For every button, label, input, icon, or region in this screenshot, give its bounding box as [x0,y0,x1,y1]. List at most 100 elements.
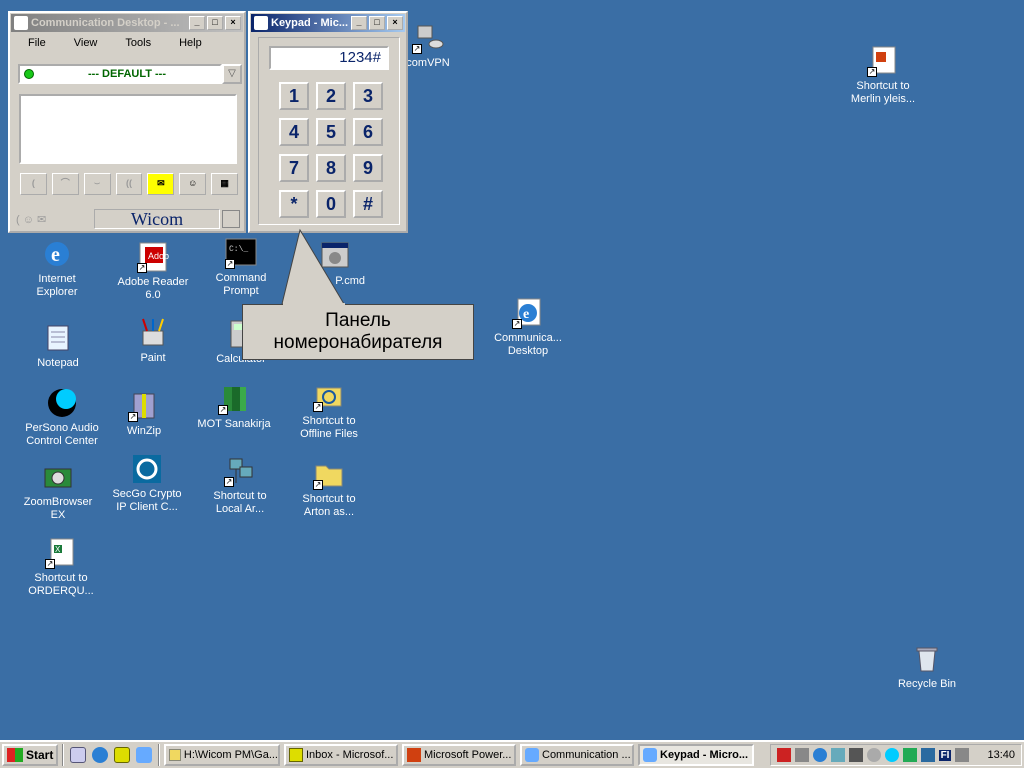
taskbar-item-powerpoint[interactable]: Microsoft Power... [402,744,516,766]
notepad-icon [42,322,74,354]
desktop-icon-label: Paint [140,352,166,364]
tray-funnel-icon[interactable] [920,748,935,762]
start-button[interactable]: Start [2,744,58,766]
communication-desktop-window[interactable]: Communication Desktop - ... _ □ × File V… [8,11,246,233]
callout-box: Панель номеронабирателя [242,304,474,360]
taskbar-item-keypad[interactable]: Keypad - Micro... [638,744,754,766]
smiley-icon[interactable]: ☺ [179,173,207,195]
desktop-icon-command-prompt[interactable]: C:\_ ↗ Command Prompt [201,237,281,298]
profile-selector[interactable]: --- DEFAULT --- ▽ [18,64,242,84]
folder-icon: ↗ [313,458,345,490]
desktop-icon-communication-desktop[interactable]: e ↗ Communica... Desktop [488,297,568,358]
menu-tools[interactable]: Tools [111,37,165,49]
key-0[interactable]: 0 [316,190,346,218]
key-4[interactable]: 4 [279,118,309,146]
app-icon [254,16,268,30]
taskbar-item-explorer[interactable]: H:\Wicom PM\Ga... [164,744,280,766]
desktop-icon-winzip[interactable]: ↗ WinZip [104,390,184,438]
powerpoint-icon [407,748,421,762]
internet-explorer-quicklaunch-icon[interactable] [92,747,108,763]
keypad-window[interactable]: Keypad - Mic... _ □ × 1234# 1 2 3 4 5 6 … [248,11,408,233]
title-bar[interactable]: Communication Desktop - ... _ □ × [11,14,243,32]
maximize-button[interactable]: □ [369,16,385,30]
task-label: Microsoft Power... [424,749,512,761]
close-button[interactable]: × [225,16,241,30]
monitor-tray-icon[interactable] [848,748,863,762]
key-hash[interactable]: # [353,190,383,218]
minimize-button[interactable]: _ [189,16,205,30]
menu-view[interactable]: View [60,37,112,49]
paint-icon [137,317,169,349]
desktop-icon-label: MOT Sanakirja [197,418,271,430]
outlook-quicklaunch-icon[interactable] [114,747,130,763]
keypad-icon [643,748,657,762]
desktop-icon-internet-explorer[interactable]: e Internet Explorer [17,238,97,299]
menu-file[interactable]: File [14,37,60,49]
hangup-icon[interactable]: ⌣ [83,173,111,195]
keypad-panel: 1234# 1 2 3 4 5 6 7 8 9 * 0 # [258,37,400,225]
callout-pointer-cover [283,303,345,305]
tray-security-icon[interactable] [776,748,791,762]
desktop-icon-mot-sanakirja[interactable]: ↗ MOT Sanakirja [194,383,274,431]
desktop-icon-local-area[interactable]: ↗ Shortcut to Local Ar... [200,455,280,516]
number-display[interactable]: 1234# [269,46,389,70]
answer-icon[interactable]: ⌒ [51,173,79,195]
desktop-icon-persono-audio[interactable]: PerSono Audio Control Center [22,387,102,448]
desktop-icon-recycle-bin[interactable]: Recycle Bin [887,643,967,691]
tray-gear-icon[interactable] [866,748,881,762]
key-5[interactable]: 5 [316,118,346,146]
taskbar-item-communication[interactable]: Communication ... [520,744,634,766]
dropdown-arrow-icon[interactable]: ▽ [222,64,242,84]
quicklaunch-divider [62,744,64,766]
desktop-icon-orderqu[interactable]: X ↗ Shortcut to ORDERQU... [21,537,101,598]
svg-text:e: e [51,244,60,266]
svg-text:Adobe: Adobe [148,251,169,261]
taskbar-item-inbox[interactable]: Inbox - Microsof... [284,744,398,766]
key-8[interactable]: 8 [316,154,346,182]
desktop-icon-arton[interactable]: ↗ Shortcut to Arton as... [289,458,369,519]
key-6[interactable]: 6 [353,118,383,146]
desktop-icon-paint[interactable]: Paint [113,317,193,365]
call-list-panel[interactable] [19,94,237,164]
windows-logo-icon [7,748,23,762]
system-tray: FI 13:40 [769,744,1022,766]
key-star[interactable]: * [279,190,309,218]
show-desktop-icon[interactable] [70,747,86,763]
chat-icons: ( ☺ ✉ [16,213,47,226]
transfer-icon[interactable]: (( [115,173,143,195]
key-3[interactable]: 3 [353,82,383,110]
key-9[interactable]: 9 [353,154,383,182]
status-bar: ( ☺ ✉ Wicom [16,208,240,230]
keypad-grid-icon[interactable]: ▦ [211,173,239,195]
network-tray-icon[interactable] [830,748,845,762]
tray-arrow-icon[interactable] [902,748,917,762]
key-1[interactable]: 1 [279,82,309,110]
task-label: Communication ... [542,749,631,761]
key-7[interactable]: 7 [279,154,309,182]
desktop-icon-merlin[interactable]: ↗ Shortcut to Merlin yleis... [843,45,923,106]
close-button[interactable]: × [387,16,403,30]
desktop-icon-zoombrowser[interactable]: ZoomBrowser EX [18,461,98,522]
desktop-icon-label: Internet Explorer [36,273,78,298]
desktop-icon-secgo-crypto[interactable]: SecGo Crypto IP Client C... [107,453,187,514]
communication-quicklaunch-icon[interactable] [136,747,152,763]
call-icon[interactable]: ( [20,173,47,195]
maximize-button[interactable]: □ [207,16,223,30]
clock[interactable]: 13:40 [987,749,1015,761]
title-bar[interactable]: Keypad - Mic... _ □ × [251,14,405,32]
desktop-icon-offline-files[interactable]: ↗ Shortcut to Offline Files [289,380,369,441]
menu-help[interactable]: Help [165,37,216,49]
key-2[interactable]: 2 [316,82,346,110]
powerpoint-file-icon: ↗ [867,45,899,77]
minimize-button[interactable]: _ [351,16,367,30]
tray-misc-icon[interactable] [955,748,970,762]
desktop-icon-adobe-reader[interactable]: Adobe↗ Adobe Reader 6.0 [113,241,193,302]
window-title: Keypad - Mic... [271,17,349,29]
volume-icon[interactable] [794,748,809,762]
desktop-icon-notepad[interactable]: Notepad [18,322,98,370]
tray-ie-icon[interactable] [812,748,827,762]
mail-icon[interactable]: ✉ [147,173,175,195]
resize-grip-icon[interactable] [222,210,240,228]
language-indicator[interactable]: FI [938,749,952,761]
tray-persono-icon[interactable] [884,748,899,762]
